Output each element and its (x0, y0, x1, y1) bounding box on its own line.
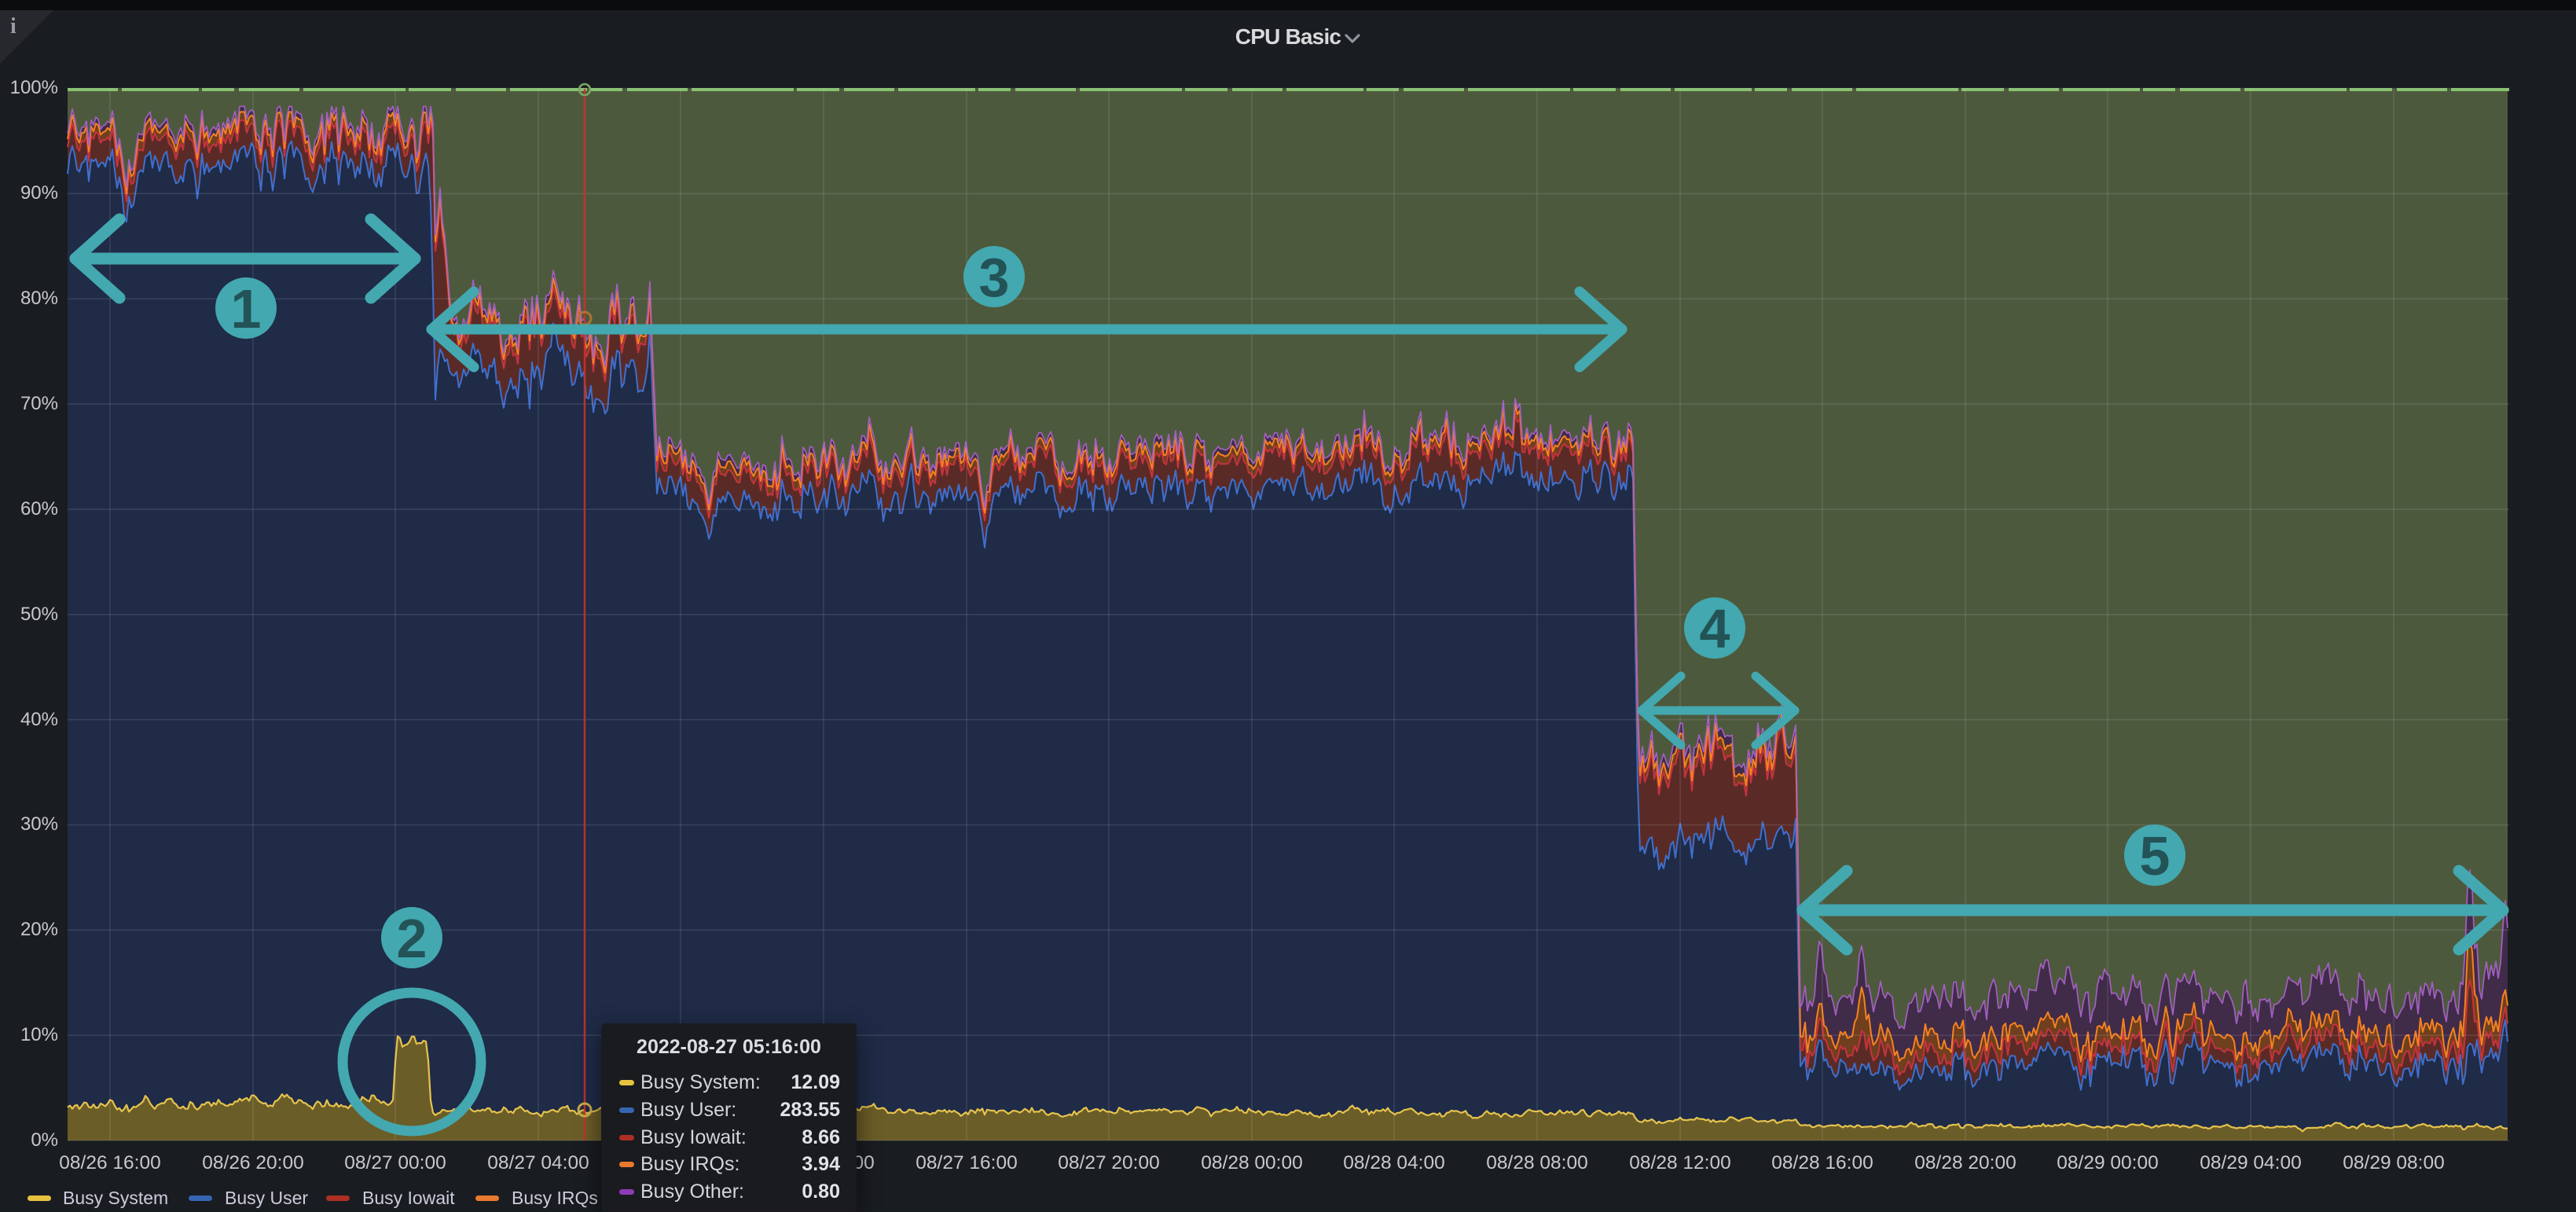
svg-text:4: 4 (1700, 598, 1730, 659)
svg-text:2: 2 (397, 908, 427, 969)
svg-text:3: 3 (979, 247, 1010, 308)
svg-text:5: 5 (2140, 825, 2171, 887)
svg-text:1: 1 (231, 278, 262, 340)
